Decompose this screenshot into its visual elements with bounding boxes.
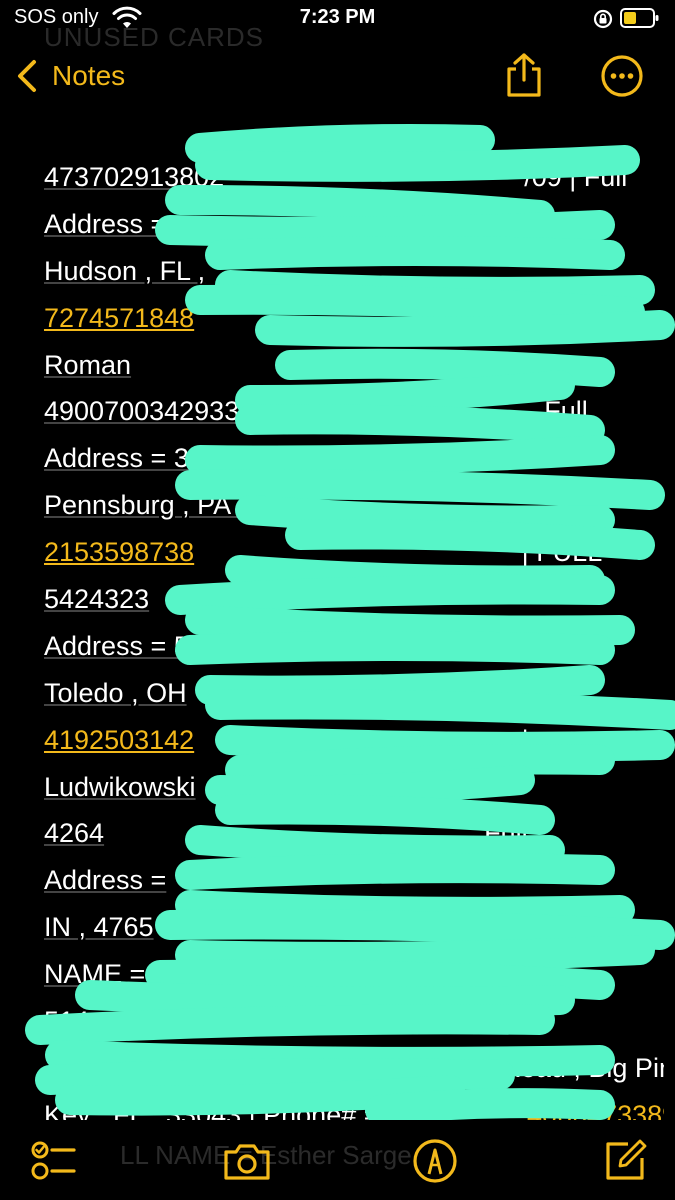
chevron-left-icon bbox=[18, 60, 36, 92]
note-text: Ludwikowski bbox=[44, 771, 196, 802]
back-label: Notes bbox=[52, 60, 126, 91]
note-text: 473702913802 bbox=[44, 162, 225, 192]
note-text: Address = 3068 Fi bbox=[44, 443, 264, 474]
note-line: Address = 3068 Fi bbox=[44, 435, 664, 482]
note-line: Address = 5 bbox=[44, 623, 664, 670]
note-text: NAME = Damion Pi bbox=[44, 959, 278, 990]
note-text: Full bbox=[484, 818, 528, 849]
note-line: 4192503142 | bbox=[44, 717, 664, 764]
note-line: 473702913802/09 | Full bbox=[44, 154, 664, 201]
note-text: IN , 4765 bbox=[44, 912, 154, 943]
note-text: Address = 5 bbox=[44, 630, 189, 661]
note-text: Full bbox=[479, 1006, 523, 1037]
note-line: Roman bbox=[44, 342, 664, 389]
share-icon[interactable] bbox=[502, 52, 546, 98]
camera-icon[interactable] bbox=[222, 1138, 272, 1184]
note-text: 4900700342933404 bbox=[44, 396, 285, 427]
note-line: Address = bbox=[44, 857, 664, 904]
phone-link[interactable]: 2153598738 bbox=[44, 537, 194, 567]
note-line: 7274571848 | FU bbox=[44, 295, 664, 342]
note-text: 514 bbox=[44, 1006, 90, 1037]
battery-icon bbox=[620, 8, 659, 28]
note-line: 514 Full bbox=[44, 998, 664, 1045]
note-line: Hudson , FL , bbox=[44, 248, 664, 295]
note-text: /09 | Full bbox=[524, 162, 628, 192]
note-text: Hudson , FL , bbox=[44, 255, 206, 286]
note-text: Address = 62 bbox=[44, 1052, 212, 1083]
note-text: | bbox=[514, 724, 529, 755]
phone-link[interactable]: 7274571848 bbox=[44, 303, 194, 333]
orientation-lock-icon bbox=[593, 9, 613, 29]
note-line: Address = 62 Road , Big Pine bbox=[44, 1045, 664, 1092]
compose-icon[interactable] bbox=[602, 1138, 648, 1184]
note-text: Roman bbox=[44, 349, 132, 380]
note-text: Address = bbox=[44, 865, 167, 896]
note-text: Full bbox=[544, 396, 588, 427]
note-text: Pennsburg , PA , 18 bbox=[44, 490, 283, 521]
note-line: Ludwikowski bbox=[44, 764, 664, 811]
note-line: IN , 4765 bbox=[44, 904, 664, 951]
note-line: 5424323 bbox=[44, 576, 664, 623]
markup-pen-icon[interactable] bbox=[412, 1138, 458, 1184]
back-to-notes-button[interactable]: Notes bbox=[14, 56, 125, 96]
phone-link[interactable]: 4192503142 bbox=[44, 725, 194, 755]
note-line: Pennsburg , PA , 18 bbox=[44, 482, 664, 529]
note-body[interactable]: 473702913802/09 | Full Address = Hudson ,… bbox=[44, 154, 664, 1139]
note-line: NAME = Damion Pi bbox=[44, 951, 664, 998]
note-text: | FU bbox=[514, 302, 573, 333]
checklist-icon[interactable] bbox=[30, 1138, 76, 1184]
note-line: 4264 Full bbox=[44, 810, 664, 857]
note-text: | FULL bbox=[514, 537, 603, 568]
note-text: Road , Big Pine bbox=[501, 1052, 664, 1083]
note-line: 2153598738 | FULL bbox=[44, 529, 664, 576]
note-line: Address = bbox=[44, 201, 664, 248]
note-text: Toledo , OH bbox=[44, 677, 187, 708]
more-icon[interactable] bbox=[600, 54, 644, 98]
note-text: 5424323 bbox=[44, 584, 150, 615]
note-title-ghost: UNUSED CARDS bbox=[44, 22, 265, 52]
note-line: Toledo , OH bbox=[44, 670, 664, 717]
redaction-stroke bbox=[185, 124, 495, 163]
note-text: 4264 bbox=[44, 818, 105, 849]
note-text: Address = bbox=[44, 208, 167, 239]
note-line: 4900700342933404 Full bbox=[44, 388, 664, 435]
